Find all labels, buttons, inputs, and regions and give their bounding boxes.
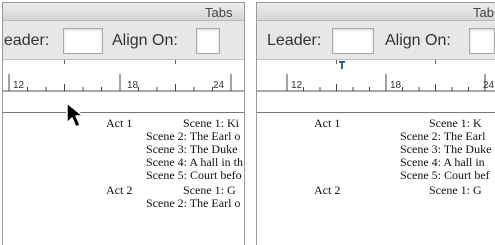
panel-title: Tab [473,5,494,20]
panel-title: Tabs [205,5,233,20]
leader-label: Leader: [267,32,322,49]
tab-ruler[interactable]: 12 18 24 [3,60,244,113]
leader-input[interactable] [63,28,103,54]
scene-line: Scene 2: The Earl o [146,196,241,210]
tabs-panel-right: Tab Leader: Align On: 12 18 24 Act 1 Sce… [256,2,495,245]
ruler-label-18: 18 [390,80,402,91]
tabs-panel-left: Tabs Leader: Align On: 12 18 24 Act 1 Sc… [2,2,245,245]
leader-input[interactable] [332,28,374,54]
panel-titlebar: Tab [257,3,495,21]
ruler-label-24: 24 [483,80,495,91]
document-text: Act 1 Scene 1: Ki Scene 2: The Earl o Sc… [3,115,244,245]
align-on-input[interactable] [196,28,220,54]
align-on-label: Align On: [112,32,178,49]
panel-titlebar: Tabs [3,3,244,21]
ruler-ticks [3,60,244,92]
act-1-heading: Act 1 [314,116,341,130]
leader-label: Leader: [3,32,50,49]
ruler-label-12: 12 [291,80,303,91]
ruler-label-18: 18 [127,80,139,91]
act-1-heading: Act 1 [106,116,133,130]
ruler-label-12: 12 [13,80,25,91]
act-2-heading: Act 2 [106,183,133,197]
scene-line: Scene 1: G [429,183,482,197]
ruler-label-24: 24 [213,80,225,91]
tab-stop-icon[interactable] [339,61,345,69]
ruler-graphic: 12 18 24 [3,60,244,92]
document-text: Act 1 Scene 1: K Scene 2: The Earl Scene… [257,115,495,245]
ruler-graphic: 12 18 24 [257,60,495,92]
align-on-input[interactable] [469,28,495,54]
act-2-heading: Act 2 [314,183,341,197]
tab-controls: Leader: Align On: [257,21,495,60]
scene-line: Scene 5: Court bef [400,168,490,182]
tab-ruler[interactable]: 12 18 24 [257,60,495,113]
scene-line: Scene 5: Court befo [146,168,242,182]
tab-controls: Leader: Align On: [3,21,244,60]
align-on-label: Align On: [385,32,451,49]
